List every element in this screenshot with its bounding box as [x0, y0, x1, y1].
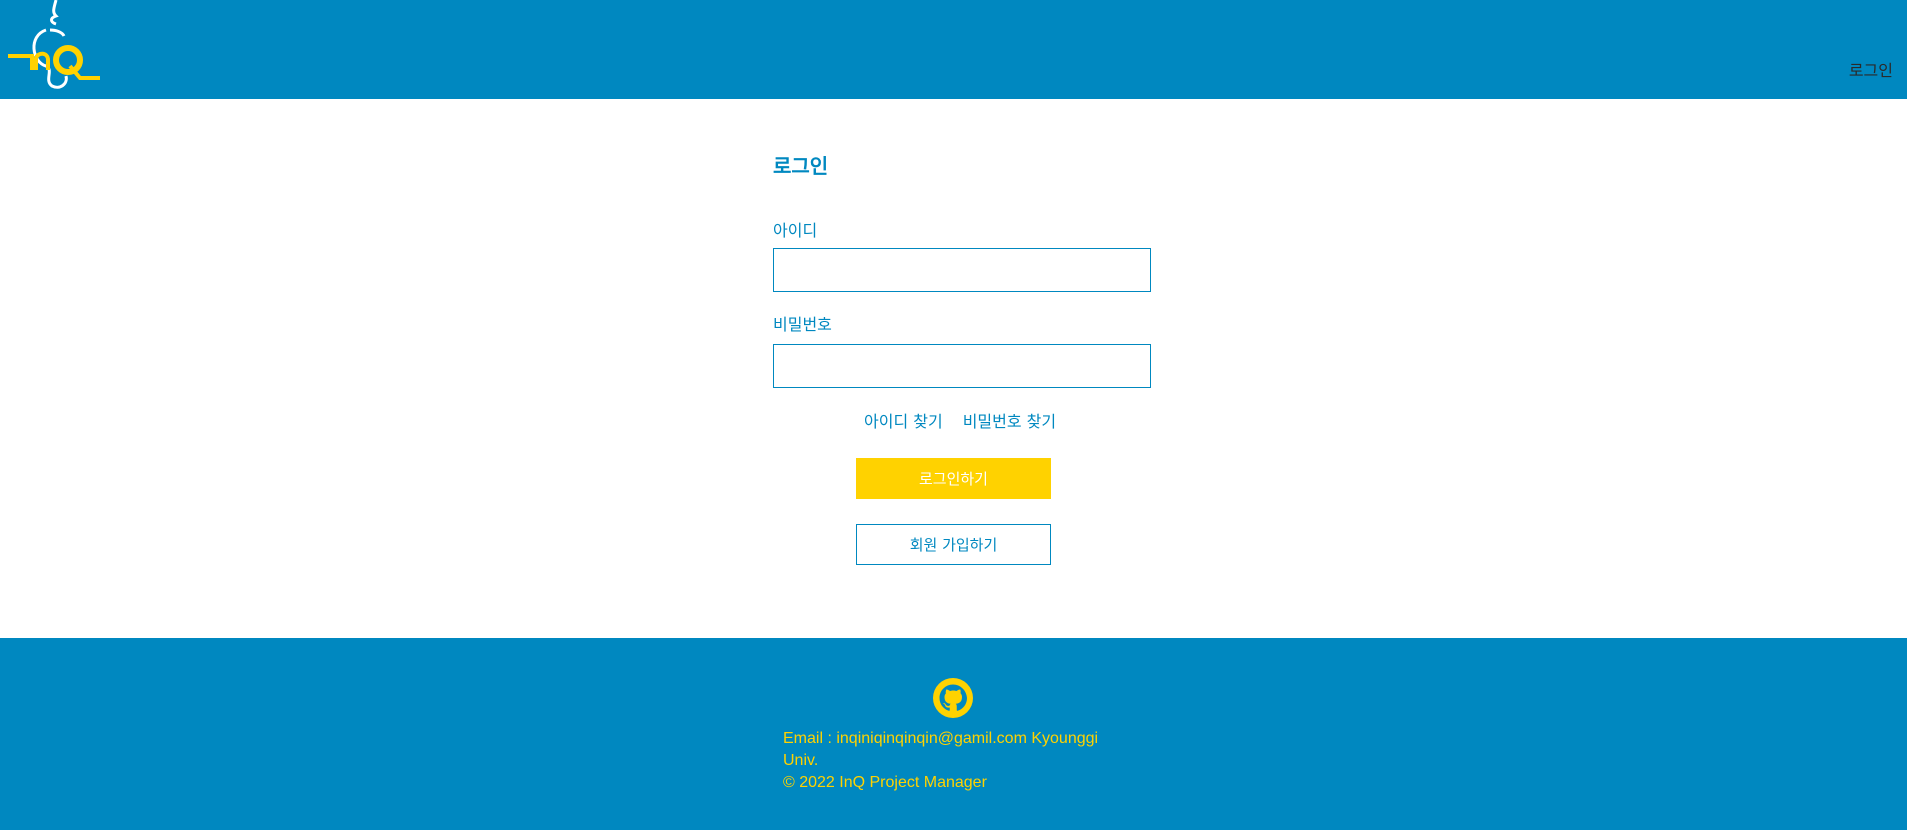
header: 로그인 [0, 0, 1907, 99]
login-form-area: 로그인 아이디 비밀번호 아이디 찾기 비밀번호 찾기 로그인하기 회원 가입하기 [0, 99, 1907, 638]
github-icon[interactable] [933, 678, 973, 718]
find-password-link[interactable]: 비밀번호 찾기 [963, 412, 1056, 431]
footer-email: Email : inqiniqinqinqin@gamil.com Kyoung… [783, 730, 1099, 769]
footer-copyright: © 2022 InQ Project Manager [783, 774, 987, 791]
password-input[interactable] [773, 344, 1151, 388]
logo-lightbulb-icon[interactable] [6, 0, 102, 90]
footer-text: Email : inqiniqinqinqin@gamil.com Kyoung… [783, 728, 1123, 794]
id-label: 아이디 [773, 221, 818, 240]
find-links: 아이디 찾기 비밀번호 찾기 [864, 408, 1056, 432]
footer: Email : inqiniqinqinqin@gamil.com Kyoung… [0, 638, 1907, 830]
password-label: 비밀번호 [773, 315, 832, 334]
signup-button[interactable]: 회원 가입하기 [856, 524, 1051, 565]
page-title: 로그인 [773, 154, 829, 178]
find-id-link[interactable]: 아이디 찾기 [864, 412, 943, 431]
header-login-link[interactable]: 로그인 [1849, 57, 1893, 81]
login-button[interactable]: 로그인하기 [856, 458, 1051, 499]
id-input[interactable] [773, 248, 1151, 292]
